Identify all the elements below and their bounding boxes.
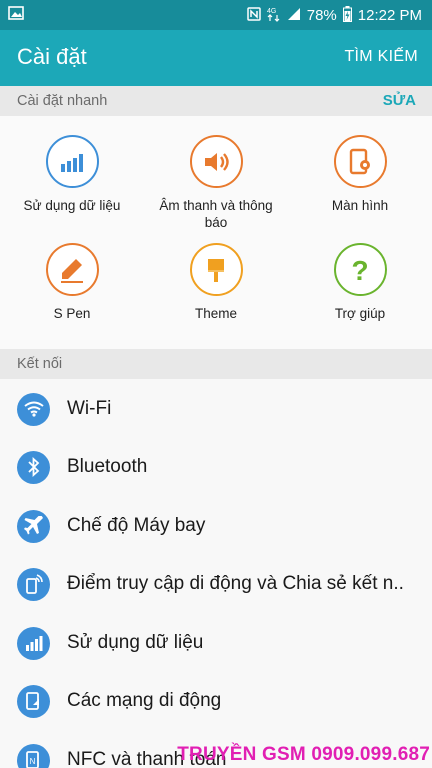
quick-setting-label: Sử dụng dữ liệu bbox=[23, 198, 121, 213]
quick-settings-grid: Sử dụng dữ liệu Âm thanh và thông báo Mà… bbox=[0, 116, 432, 349]
list-item-label: Điểm truy cập di động và Chia sẻ kết n.. bbox=[67, 573, 404, 594]
theme-brush-icon bbox=[189, 243, 243, 296]
display-icon bbox=[333, 135, 387, 188]
quick-settings-header: Cài đặt nhanh SỬA bbox=[0, 86, 432, 116]
edit-button[interactable]: SỬA bbox=[383, 92, 416, 109]
quick-setting-display[interactable]: Màn hình bbox=[288, 135, 432, 214]
list-item-airplane-mode[interactable]: Chế độ Máy bay bbox=[0, 497, 432, 555]
quick-setting-label: Theme bbox=[194, 306, 238, 321]
clock: 12:22 PM bbox=[357, 6, 422, 24]
list-item-label: Bluetooth bbox=[67, 456, 148, 477]
battery-charging-icon bbox=[342, 5, 352, 25]
mobile-network-icon bbox=[17, 684, 50, 718]
nfc-icon: N bbox=[17, 743, 50, 768]
list-item-hotspot-tethering[interactable]: Điểm truy cập di động và Chia sẻ kết n.. bbox=[0, 555, 432, 613]
battery-percent: 78% bbox=[306, 6, 337, 24]
quick-setting-help[interactable]: ? Trợ giúp bbox=[288, 243, 432, 322]
quick-setting-label: Màn hình bbox=[331, 198, 389, 213]
help-icon: ? bbox=[333, 243, 387, 296]
page-title: Cài đặt bbox=[17, 44, 87, 69]
list-item-label: Sử dụng dữ liệu bbox=[67, 632, 204, 653]
signal-icon bbox=[287, 7, 301, 24]
list-item-bluetooth[interactable]: Bluetooth bbox=[0, 438, 432, 496]
sound-icon bbox=[189, 135, 243, 188]
svg-text:N: N bbox=[29, 757, 35, 766]
list-item-data-usage[interactable]: Sử dụng dữ liệu bbox=[0, 614, 432, 672]
connections-title: Kết nối bbox=[17, 356, 63, 372]
quick-setting-sound[interactable]: Âm thanh và thông báo bbox=[144, 135, 288, 231]
search-button[interactable]: TÌM KIẾM bbox=[344, 48, 418, 66]
4g-icon: 4G bbox=[267, 6, 281, 25]
quick-setting-s-pen[interactable]: S Pen bbox=[0, 243, 144, 322]
list-item-label: Các mạng di động bbox=[67, 690, 222, 711]
quick-setting-label: Trợ giúp bbox=[334, 306, 386, 321]
quick-setting-label: Âm thanh và thông báo bbox=[159, 198, 273, 230]
nfc-status-icon bbox=[247, 6, 261, 24]
bluetooth-icon bbox=[17, 450, 50, 484]
quick-settings-title: Cài đặt nhanh bbox=[17, 93, 108, 109]
app-bar: Cài đặt TÌM KIẾM bbox=[0, 30, 432, 86]
quick-setting-label: S Pen bbox=[53, 306, 91, 321]
list-item-label: Chế độ Máy bay bbox=[67, 515, 206, 536]
svg-text:4G: 4G bbox=[267, 8, 276, 15]
s-pen-icon bbox=[45, 243, 99, 296]
data-usage-icon bbox=[45, 135, 99, 188]
list-item-mobile-networks[interactable]: Các mạng di động bbox=[0, 672, 432, 730]
status-bar: 4G 78% 12:22 PM bbox=[0, 0, 432, 30]
watermark-text: TRUYỀN GSM 0909.099.687 bbox=[177, 744, 430, 765]
data-usage-icon bbox=[17, 626, 50, 660]
svg-text:?: ? bbox=[351, 255, 368, 285]
list-item-wifi[interactable]: Wi-Fi bbox=[0, 380, 432, 438]
connections-header: Kết nối bbox=[0, 349, 432, 379]
list-item-label: Wi-Fi bbox=[67, 398, 112, 419]
hotspot-icon bbox=[17, 567, 50, 601]
quick-setting-data-usage[interactable]: Sử dụng dữ liệu bbox=[0, 135, 144, 214]
quick-setting-theme[interactable]: Theme bbox=[144, 243, 288, 322]
wifi-icon bbox=[17, 392, 50, 426]
airplane-icon bbox=[17, 509, 50, 543]
gallery-notification-icon bbox=[8, 6, 24, 25]
